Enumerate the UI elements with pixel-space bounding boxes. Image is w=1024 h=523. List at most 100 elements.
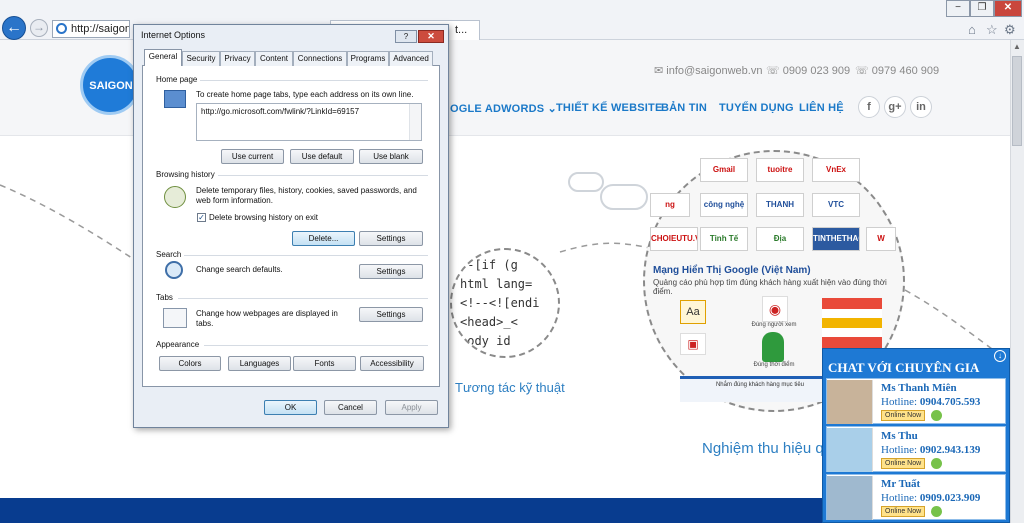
maximize-button[interactable]: ❐ — [970, 0, 994, 17]
code-line: <head>_< — [460, 315, 518, 329]
media-tile: Gmail — [700, 158, 748, 182]
nav-ban-tin[interactable]: BẢN TIN — [661, 102, 707, 114]
accessibility-button[interactable]: Accessibility — [360, 356, 424, 371]
status-badge[interactable]: Online Now — [881, 506, 926, 517]
tabs-window-icon — [163, 308, 187, 328]
skype-icon[interactable] — [931, 410, 942, 421]
divider — [178, 298, 428, 299]
chat-agent[interactable]: Ms Thu Hotline: 0902.943.139 Online Now — [826, 426, 1006, 472]
media-tile: CHOIEUTU.VN — [650, 227, 698, 251]
code-line: --[if (g — [460, 258, 518, 272]
dialog-title: Internet Options — [141, 30, 206, 40]
chat-title[interactable]: CHAT VỚI CHUYÊN GIA — [828, 360, 979, 376]
logo-text: SAIGON — [89, 80, 133, 92]
agent-hotline: Hotline: 0902.943.139 — [881, 444, 980, 456]
media-tile: W — [866, 227, 896, 251]
tab-connections[interactable]: Connections — [293, 51, 347, 66]
agent-hotline: Hotline: 0909.023.909 — [881, 492, 980, 504]
help-button[interactable]: ? — [395, 30, 417, 43]
home-icon[interactable]: ⌂ — [968, 22, 976, 37]
history-clock-icon — [164, 186, 186, 208]
window-close-button[interactable]: ✕ — [994, 0, 1022, 17]
skype-icon[interactable] — [931, 458, 942, 469]
media-tile: công nghệ — [700, 193, 748, 217]
media-tile: TINTHETHAO — [812, 227, 860, 251]
hotline-number: 0909.023.909 — [919, 492, 981, 504]
scroll-up-arrow-icon[interactable]: ▲ — [1010, 42, 1024, 54]
cloud-icon — [600, 184, 648, 210]
back-button[interactable]: ← — [2, 16, 26, 40]
avatar — [827, 380, 873, 424]
tabs-settings-button[interactable]: Settings — [359, 307, 423, 322]
use-blank-button[interactable]: Use blank — [359, 149, 423, 164]
languages-button[interactable]: Languages — [228, 356, 291, 371]
ad-subtitle: Quảng cáo phù hợp tìm đúng khách hàng xu… — [653, 278, 887, 296]
home-page-icon — [164, 90, 186, 108]
agent-name: Ms Thanh Miên — [881, 382, 957, 394]
facebook-icon[interactable]: f — [858, 96, 880, 118]
dialog-close-button[interactable]: ✕ — [418, 30, 444, 43]
home-page-description: To create home page tabs, type each addr… — [196, 90, 414, 99]
google-plus-icon[interactable]: g+ — [884, 96, 906, 118]
linkedin-icon[interactable]: in — [910, 96, 932, 118]
use-current-button[interactable]: Use current — [221, 149, 284, 164]
code-line: html lang= — [460, 277, 533, 291]
delete-on-exit-label[interactable]: Delete browsing history on exit — [209, 213, 318, 223]
apply-button[interactable]: Apply — [385, 400, 438, 415]
tab-content[interactable]: Content — [255, 51, 293, 66]
status-badge[interactable]: Online Now — [881, 410, 926, 421]
hotline-label: Hotline: — [881, 444, 918, 456]
chat-agent[interactable]: Ms Thanh Miên Hotline: 0904.705.593 Onli… — [826, 378, 1006, 424]
nav-tuyen-dung[interactable]: TUYỂN DỤNG — [719, 102, 794, 114]
nav-adwords[interactable]: OGLE ADWORDS ⌄ — [450, 102, 557, 115]
divider — [184, 255, 428, 256]
nav-thiet-ke-website[interactable]: THIẾT KẾ WEBSITE — [556, 102, 662, 114]
scrollbar-thumb[interactable] — [1012, 56, 1022, 146]
image-ad-icon: ▣ — [680, 333, 706, 355]
nav-lien-he[interactable]: LIÊN HỆ — [799, 102, 844, 114]
home-page-heading: Home page — [156, 75, 198, 84]
contact-phone-1[interactable]: ☏ 0909 023 909 — [766, 64, 850, 77]
ie-icon — [56, 23, 67, 34]
contact-phone-2[interactable]: ☏ 0979 460 909 — [855, 64, 939, 77]
minimize-button[interactable]: − — [946, 0, 970, 17]
colors-button[interactable]: Colors — [159, 356, 221, 371]
home-page-textarea[interactable]: http://go.microsoft.com/fwlink/?LinkId=6… — [196, 103, 422, 141]
history-settings-button[interactable]: Settings — [359, 231, 423, 246]
use-default-button[interactable]: Use default — [290, 149, 354, 164]
tab-privacy[interactable]: Privacy — [220, 51, 255, 66]
person-icon — [762, 332, 784, 362]
divider — [218, 175, 428, 176]
agent-hotline: Hotline: 0904.705.593 — [881, 396, 980, 408]
forward-button[interactable]: → — [30, 19, 48, 37]
media-tile: ng — [650, 193, 690, 217]
delete-on-exit-checkbox[interactable]: ✓ — [197, 213, 206, 222]
favorites-icon[interactable]: ☆ — [986, 22, 998, 38]
tabs-heading: Tabs — [156, 293, 173, 302]
contact-email[interactable]: ✉ info@saigonweb.vn — [654, 64, 762, 77]
textarea-scrollbar[interactable] — [409, 104, 421, 140]
tools-gear-icon[interactable]: ⚙ — [1004, 22, 1016, 38]
divider — [204, 345, 428, 346]
media-tile: VTC — [812, 193, 860, 217]
status-badge[interactable]: Online Now — [881, 458, 926, 469]
ok-button[interactable]: OK — [264, 400, 317, 415]
chat-collapse-icon[interactable]: ↓ — [994, 350, 1006, 362]
delete-history-button[interactable]: Delete... — [292, 231, 355, 246]
cancel-button[interactable]: Cancel — [324, 400, 377, 415]
hotline-label: Hotline: — [881, 492, 918, 504]
agent-name: Ms Thu — [881, 430, 918, 442]
search-settings-button[interactable]: Settings — [359, 264, 423, 279]
text-ad-icon: Aa — [680, 300, 706, 324]
skype-icon[interactable] — [931, 506, 942, 517]
tab-security[interactable]: Security — [182, 51, 220, 66]
avatar — [827, 428, 873, 472]
media-tile: Tinh Tế — [700, 227, 748, 251]
hotline-number: 0904.705.593 — [919, 396, 981, 408]
fonts-button[interactable]: Fonts — [293, 356, 356, 371]
chat-agent[interactable]: Mr Tuất Hotline: 0909.023.909 Online Now — [826, 474, 1006, 520]
tab-programs[interactable]: Programs — [347, 51, 389, 66]
tab-advanced[interactable]: Advanced — [389, 51, 433, 66]
avatar — [827, 476, 873, 520]
tab-general[interactable]: General — [144, 49, 182, 66]
